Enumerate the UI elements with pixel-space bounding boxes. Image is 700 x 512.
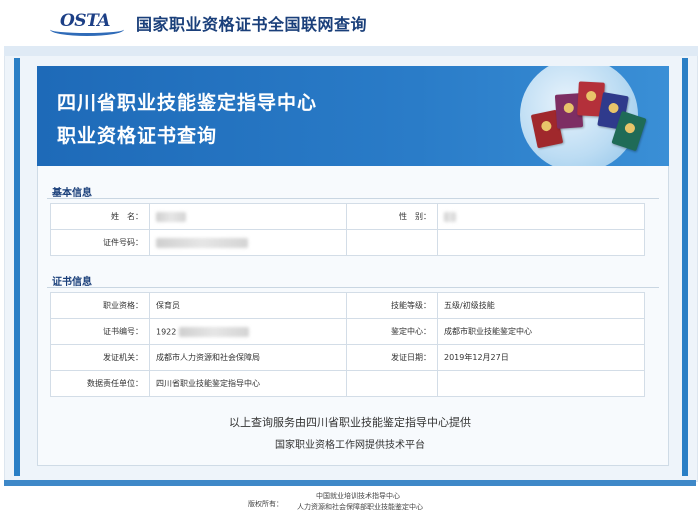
provider-note: 以上查询服务由四川省职业技能鉴定指导中心提供 [229, 416, 471, 429]
qualification-label: 职业资格： [50, 292, 150, 319]
responsible-label: 数据责任单位： [50, 370, 150, 397]
id-value [149, 229, 347, 256]
query-banner: 四川省职业技能鉴定指导中心 职业资格证书查询 [37, 66, 669, 166]
id-label: 证件号码： [50, 229, 150, 256]
gender-label: 性 别： [346, 203, 438, 230]
empty-cell [346, 370, 438, 397]
cert-no-label: 证书编号： [50, 318, 150, 345]
basic-info-table: 姓 名： 性 别： 证件号码： [50, 203, 645, 256]
skill-level-label: 技能等级： [346, 292, 438, 319]
skill-level-value: 五级/初级技能 [437, 292, 645, 319]
issue-date-value: 2019年12月27日 [437, 344, 645, 371]
qualification-value: 保育员 [149, 292, 347, 319]
issue-date-label: 发证日期： [346, 344, 438, 371]
banner-title-query: 职业资格证书查询 [57, 125, 218, 147]
issuer-label: 发证机关： [50, 344, 150, 371]
table-row: 证件号码： [50, 229, 645, 256]
cert-no-value: 1922 [156, 327, 177, 336]
table-row: 姓 名： 性 别： [50, 203, 645, 230]
table-row: 数据责任单位： 四川省职业技能鉴定指导中心 [50, 370, 645, 397]
bottom-strip [4, 480, 696, 486]
cert-no-cell: 1922 [149, 318, 347, 345]
copyright-label: 版权所有： [248, 500, 283, 508]
responsible-value: 四川省职业技能鉴定指导中心 [149, 370, 347, 397]
table-row: 职业资格： 保育员 技能等级： 五级/初级技能 [50, 292, 645, 319]
empty-cell [346, 229, 438, 256]
site-title: 国家职业资格证书全国联网查询 [136, 15, 368, 34]
redacted-gender [444, 211, 456, 222]
copyright-org-1: 中国就业培训技术指导中心 [316, 492, 400, 500]
issuer-value: 成都市人力资源和社会保障局 [149, 344, 347, 371]
logo-text: OSTA [60, 11, 111, 31]
table-row: 发证机关： 成都市人力资源和社会保障局 发证日期： 2019年12月27日 [50, 344, 645, 371]
basic-info-title: 基本信息 [52, 188, 92, 199]
certificate-globe-illustration [520, 66, 647, 166]
section-divider [47, 198, 659, 199]
empty-cell [437, 229, 645, 256]
platform-note: 国家职业资格工作网提供技术平台 [275, 440, 425, 451]
cert-info-table: 职业资格： 保育员 技能等级： 五级/初级技能 证书编号： 1922 鉴定中心：… [50, 292, 645, 397]
name-value [149, 203, 347, 230]
banner-title-org: 四川省职业技能鉴定指导中心 [57, 92, 318, 114]
cert-info-title: 证书信息 [52, 277, 92, 288]
gender-value [437, 203, 645, 230]
redacted-name [156, 211, 186, 222]
center-label: 鉴定中心： [346, 318, 438, 345]
section-divider [47, 287, 659, 288]
osta-logo[interactable]: OSTA [50, 9, 126, 36]
table-row: 证书编号： 1922 鉴定中心： 成都市职业技能鉴定中心 [50, 318, 645, 345]
redacted-cert-no [178, 326, 249, 337]
top-header: OSTA 国家职业资格证书全国联网查询 [0, 0, 700, 46]
center-value: 成都市职业技能鉴定中心 [437, 318, 645, 345]
empty-cell [437, 370, 645, 397]
frame-top-bar [4, 46, 698, 56]
redacted-id [156, 237, 248, 248]
name-label: 姓 名： [50, 203, 150, 230]
